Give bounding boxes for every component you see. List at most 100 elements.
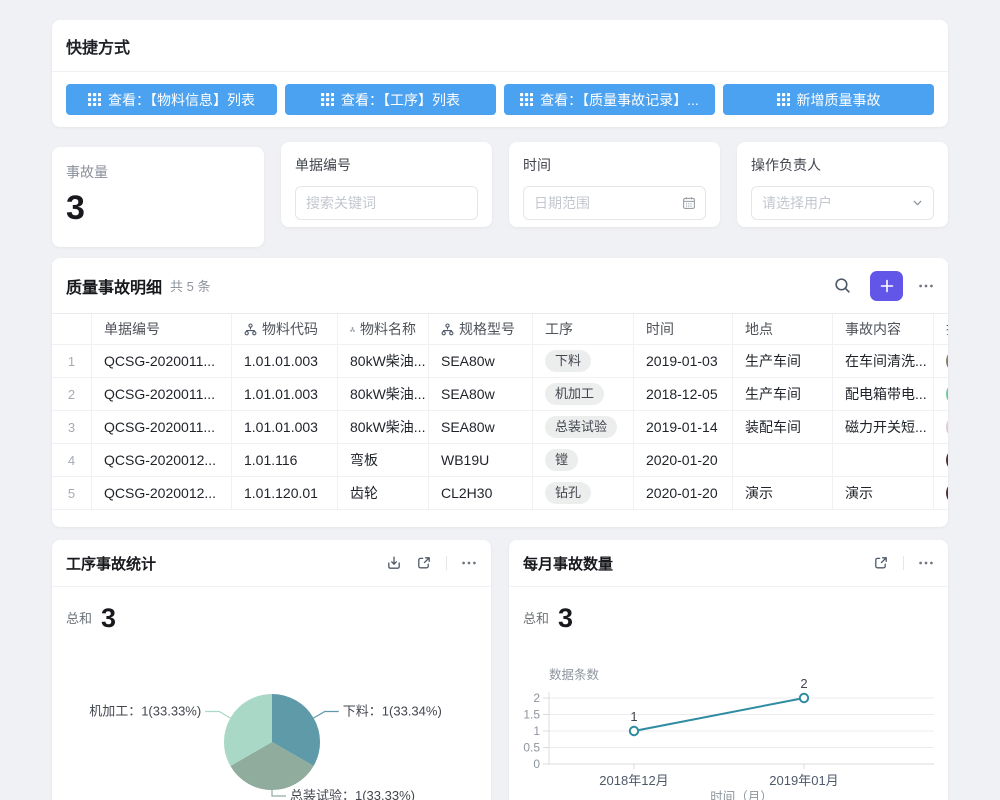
operator-filter-label: 操作负责人 [751, 155, 934, 175]
row-number: 1 [52, 345, 92, 377]
cell-spec: SEA80w [429, 345, 533, 377]
y-tick-label: 0 [533, 757, 540, 771]
download-icon[interactable] [386, 555, 402, 571]
pie-card-header: 工序事故统计 [52, 540, 491, 587]
data-point[interactable] [630, 727, 638, 735]
doc-no-input-box[interactable] [295, 186, 478, 220]
cell-process: 下料 [533, 345, 634, 377]
user-select[interactable] [751, 186, 934, 220]
table-row[interactable]: 5QCSG-2020012...1.01.120.01齿轮CL2H30钻孔202… [52, 477, 948, 510]
pie-label-line [272, 790, 286, 796]
accident-count-value: 3 [66, 190, 250, 227]
cell-process: 总装试验 [533, 411, 634, 443]
accident-table: 单据编号物料代码物料名称规格型号工序时间地点事故内容操作负责人1QCSG-202… [52, 313, 948, 510]
cell-doc_no: QCSG-2020011... [92, 411, 232, 443]
chevron-down-icon [911, 197, 924, 210]
cell-date: 2019-01-14 [634, 411, 733, 443]
table-row[interactable]: 1QCSG-2020011...1.01.01.00380kW柴油...SEA8… [52, 345, 948, 378]
cell-spec: SEA80w [429, 378, 533, 410]
user-select-input[interactable] [762, 195, 903, 211]
filter-card-doc-no: 单据编号 [281, 142, 492, 227]
cell-date: 2018-12-05 [634, 378, 733, 410]
grid-icon [777, 93, 790, 106]
more-icon[interactable] [918, 278, 934, 294]
shortcuts-card-header: 快捷方式 [52, 20, 948, 72]
cell-content: 配电箱带电... [833, 378, 934, 410]
process-tag: 机加工 [545, 383, 604, 405]
shortcuts-title: 快捷方式 [66, 34, 130, 58]
cell-material_name: 80kW柴油... [338, 411, 429, 443]
cell-material_code: 1.01.120.01 [232, 477, 338, 509]
doc-no-search-input[interactable] [306, 195, 447, 211]
pie-chart: 下料：1(33.34%)总装试验：1(33.33%)机加工：1(33.33%) [52, 587, 491, 800]
table-row[interactable]: 4QCSG-2020012...1.01.116弯板WB19U镗2020-01-… [52, 444, 948, 477]
process-tag: 总装试验 [545, 416, 617, 438]
line-summary-label: 总和 [523, 608, 549, 632]
cell-place: 生产车间 [733, 378, 833, 410]
icon-divider [446, 556, 447, 570]
relation-icon [350, 323, 355, 336]
more-icon[interactable] [461, 555, 477, 571]
shortcut-button-1[interactable]: 查看：【工序】列表 [285, 84, 496, 115]
data-point[interactable] [800, 694, 808, 702]
expand-icon[interactable] [416, 555, 432, 571]
pie-chart-title: 工序事故统计 [66, 553, 386, 574]
cell-spec: SEA80w [429, 411, 533, 443]
cell-process: 机加工 [533, 378, 634, 410]
process-tag: 钻孔 [545, 482, 591, 504]
cell-operator [934, 345, 948, 377]
line-chart-body: 总和 3 数据条数00.511.522018年12月2019年01月12时间（月… [509, 587, 948, 800]
table-row[interactable]: 3QCSG-2020011...1.01.01.00380kW柴油...SEA8… [52, 411, 948, 444]
avatar [946, 448, 948, 472]
column-header-规格型号: 规格型号 [429, 314, 533, 344]
charts-row: 工序事故统计 [52, 540, 948, 800]
cell-place: 演示 [733, 477, 833, 509]
cell-process: 钻孔 [533, 477, 634, 509]
x-axis-title: 时间（月） [710, 790, 773, 800]
cell-content: 磁力开关短... [833, 411, 934, 443]
time-filter-label: 时间 [523, 155, 706, 175]
icon-divider [903, 556, 904, 570]
cell-operator [934, 378, 948, 410]
avatar [946, 481, 948, 505]
column-header-地点: 地点 [733, 314, 833, 344]
cell-date: 2020-01-20 [634, 477, 733, 509]
cell-operator [934, 444, 948, 476]
shortcut-button-label: 查看：【物料信息】列表 [108, 90, 255, 110]
column-header-单据编号: 单据编号 [92, 314, 232, 344]
cell-material_code: 1.01.116 [232, 444, 338, 476]
data-point-label: 1 [630, 709, 637, 724]
filter-card-time: 时间 [509, 142, 720, 227]
expand-icon[interactable] [873, 555, 889, 571]
shortcut-button-3[interactable]: 新增质量事故 [723, 84, 934, 115]
pie-slice-label: 总装试验：1(33.33%) [290, 788, 415, 800]
calendar-icon[interactable] [682, 196, 696, 210]
cell-doc_no: QCSG-2020011... [92, 378, 232, 410]
cell-process: 镗 [533, 444, 634, 476]
add-record-button[interactable] [870, 271, 903, 301]
grid-icon [321, 93, 334, 106]
cell-material_name: 80kW柴油... [338, 345, 429, 377]
pie-summary-value: 3 [101, 605, 116, 632]
cell-material_code: 1.01.01.003 [232, 411, 338, 443]
data-point-label: 2 [800, 676, 807, 691]
row-number: 4 [52, 444, 92, 476]
column-header-操作负责人: 操作负责人 [934, 314, 948, 344]
date-range-input-box[interactable] [523, 186, 706, 220]
date-range-input[interactable] [534, 195, 675, 211]
x-tick-label: 2018年12月 [599, 773, 668, 788]
pie-summary: 总和 3 [66, 605, 116, 632]
row-number: 2 [52, 378, 92, 410]
shortcut-button-label: 查看：【工序】列表 [341, 90, 460, 110]
shortcut-button-0[interactable]: 查看：【物料信息】列表 [66, 84, 277, 115]
more-icon[interactable] [918, 555, 934, 571]
shortcuts-card: 快捷方式 查看：【物料信息】列表 查看：【工序】列表 查看：【质量事故记录】... 新… [52, 20, 948, 127]
table-row[interactable]: 2QCSG-2020011...1.01.01.00380kW柴油...SEA8… [52, 378, 948, 411]
relation-icon [441, 323, 454, 336]
filter-card-operator: 操作负责人 [737, 142, 948, 227]
cell-doc_no: QCSG-2020011... [92, 345, 232, 377]
shortcut-button-2[interactable]: 查看：【质量事故记录】... [504, 84, 715, 115]
search-icon[interactable] [834, 277, 851, 294]
y-tick-label: 2 [533, 691, 540, 705]
table-title: 质量事故明细 [66, 274, 162, 298]
